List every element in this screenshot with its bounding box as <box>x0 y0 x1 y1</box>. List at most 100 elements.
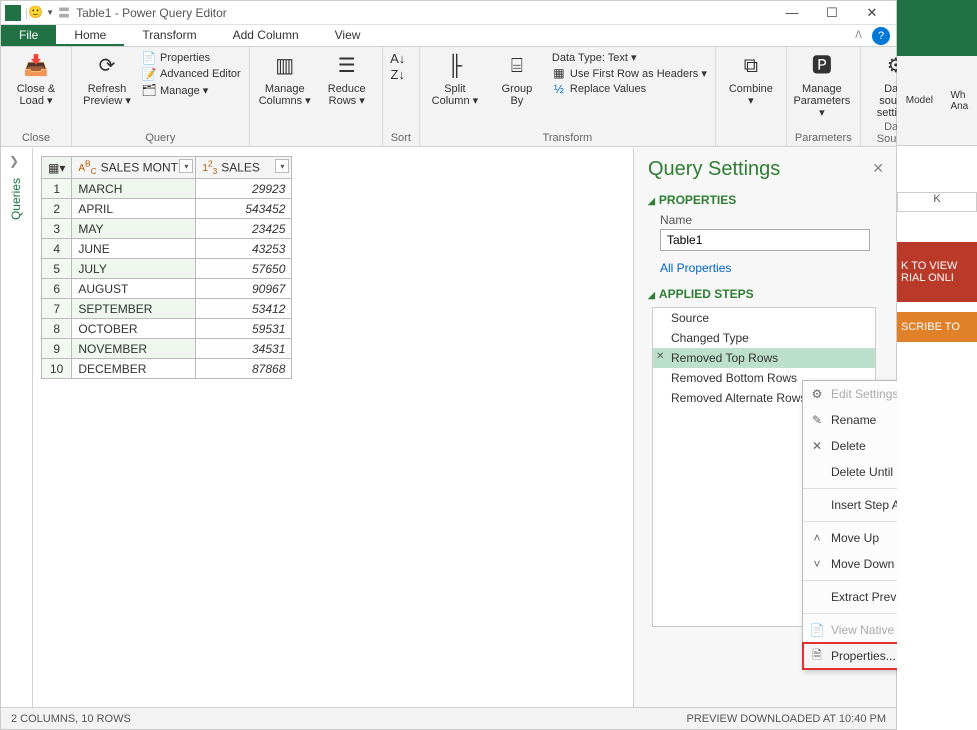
replace-icon: ½ <box>552 82 566 96</box>
reduce-rows-button[interactable]: ☰Reduce Rows ▾ <box>320 51 374 107</box>
table-row[interactable]: 1MARCH29923 <box>42 179 292 199</box>
delete-icon: ✕ <box>809 439 825 453</box>
refresh-preview-button[interactable]: ⟳ Refresh Preview ▾ <box>80 51 134 107</box>
row-number[interactable]: 8 <box>42 319 72 339</box>
data-type-button[interactable]: Data Type: Text ▾ <box>552 51 707 64</box>
table-row[interactable]: 9NOVEMBER34531 <box>42 339 292 359</box>
chevron-down-icon: ˅ <box>809 557 825 571</box>
first-row-headers-button[interactable]: ▦Use First Row as Headers ▾ <box>552 66 707 80</box>
cell-sales[interactable]: 59531 <box>196 319 292 339</box>
manage-button[interactable]: 🗂Manage ▾ <box>142 83 241 97</box>
row-number[interactable]: 7 <box>42 299 72 319</box>
cell-month[interactable]: DECEMBER <box>72 359 196 379</box>
tab-view[interactable]: View <box>317 25 379 46</box>
cell-month[interactable]: NOVEMBER <box>72 339 196 359</box>
combine-icon: ⧉ <box>736 51 766 81</box>
advanced-editor-button[interactable]: 📝Advanced Editor <box>142 67 241 81</box>
applied-step[interactable]: Removed Top Rows <box>653 348 875 368</box>
row-number[interactable]: 4 <box>42 239 72 259</box>
properties-button[interactable]: 📄Properties <box>142 51 241 65</box>
column-header-sales[interactable]: 123SALES▾ <box>196 157 292 179</box>
row-number[interactable]: 2 <box>42 199 72 219</box>
cell-month[interactable]: JUNE <box>72 239 196 259</box>
table-row[interactable]: 4JUNE43253 <box>42 239 292 259</box>
cell-month[interactable]: APRIL <box>72 199 196 219</box>
manage-columns-button[interactable]: ▥Manage Columns ▾ <box>258 51 312 107</box>
cell-sales[interactable]: 87868 <box>196 359 292 379</box>
close-and-load-button[interactable]: 📥 Close & Load ▾ <box>9 51 63 107</box>
cell-sales[interactable]: 90967 <box>196 279 292 299</box>
collapse-ribbon-icon[interactable]: ᐱ <box>855 30 862 46</box>
refresh-preview-label: Refresh Preview ▾ <box>83 83 131 107</box>
group-by-label: Group By <box>502 83 533 107</box>
table-row[interactable]: 8OCTOBER59531 <box>42 319 292 339</box>
cell-month[interactable]: MAY <box>72 219 196 239</box>
tab-home[interactable]: Home <box>56 25 124 46</box>
sort-desc-button[interactable]: Z↓ <box>391 67 405 81</box>
sort-asc-button[interactable]: A↓ <box>391 51 405 65</box>
split-column-button[interactable]: ╟Split Column ▾ <box>428 51 482 107</box>
titlebar: | 🙂 ▼ 〓 Table1 - Power Query Editor ― ☐ … <box>1 1 896 25</box>
table-row[interactable]: 6AUGUST90967 <box>42 279 292 299</box>
help-icon[interactable]: ? <box>872 27 890 45</box>
table-row[interactable]: 5JULY57650 <box>42 259 292 279</box>
cell-sales[interactable]: 29923 <box>196 179 292 199</box>
applied-steps-header[interactable]: ◢APPLIED STEPS <box>648 287 882 301</box>
cell-month[interactable]: JULY <box>72 259 196 279</box>
maximize-button[interactable]: ☐ <box>812 1 852 25</box>
expand-queries-icon[interactable]: ❯ <box>9 154 19 168</box>
cell-sales[interactable]: 23425 <box>196 219 292 239</box>
column-filter-month-icon[interactable]: ▾ <box>179 159 193 173</box>
script-icon: 📄 <box>809 623 825 637</box>
ctx-move-down-label: Move Down <box>831 557 894 571</box>
sort-asc-icon: A↓ <box>391 51 405 65</box>
close-panel-button[interactable]: ✕ <box>872 160 884 177</box>
group-transform-label: Transform <box>428 130 707 144</box>
column-header-month[interactable]: ABCSALES MONTH▾ <box>72 157 196 179</box>
queries-pane-collapsed[interactable]: ❯ Queries <box>1 148 33 707</box>
applied-step[interactable]: Source <box>653 308 875 328</box>
column-filter-sales-icon[interactable]: ▾ <box>275 159 289 173</box>
sort-desc-icon: Z↓ <box>391 67 405 81</box>
cell-sales[interactable]: 43253 <box>196 239 292 259</box>
cell-month[interactable]: MARCH <box>72 179 196 199</box>
table-row[interactable]: 3MAY23425 <box>42 219 292 239</box>
group-by-button[interactable]: ⌸Group By <box>490 51 544 107</box>
cell-month[interactable]: OCTOBER <box>72 319 196 339</box>
table-corner[interactable]: ▦▾ <box>42 157 72 179</box>
close-and-load-label: Close & Load ▾ <box>17 83 56 107</box>
all-properties-link[interactable]: All Properties <box>660 261 882 275</box>
qat-dropdown-icon[interactable]: ▼ <box>46 8 54 17</box>
smiley-icon[interactable]: 🙂 <box>28 5 44 21</box>
row-number[interactable]: 6 <box>42 279 72 299</box>
row-number[interactable]: 1 <box>42 179 72 199</box>
cell-sales[interactable]: 53412 <box>196 299 292 319</box>
cell-sales[interactable]: 57650 <box>196 259 292 279</box>
cell-sales[interactable]: 543452 <box>196 199 292 219</box>
row-number[interactable]: 10 <box>42 359 72 379</box>
group-combine-label <box>724 130 778 144</box>
cell-month[interactable]: SEPTEMBER <box>72 299 196 319</box>
reduce-rows-icon: ☰ <box>332 51 362 81</box>
cell-month[interactable]: AUGUST <box>72 279 196 299</box>
properties-section-header[interactable]: ◢PROPERTIES <box>648 193 882 207</box>
query-name-input[interactable] <box>660 229 870 251</box>
applied-step[interactable]: Changed Type <box>653 328 875 348</box>
minimize-button[interactable]: ― <box>772 1 812 25</box>
row-number[interactable]: 9 <box>42 339 72 359</box>
tab-add-column[interactable]: Add Column <box>215 25 317 46</box>
close-button[interactable]: ✕ <box>852 1 892 25</box>
table-row[interactable]: 10DECEMBER87868 <box>42 359 292 379</box>
cell-sales[interactable]: 34531 <box>196 339 292 359</box>
tab-file[interactable]: File <box>1 25 56 46</box>
bg-whatif-label: Wh Ana <box>950 90 968 112</box>
table-row[interactable]: 2APRIL543452 <box>42 199 292 219</box>
manage-parameters-button[interactable]: 🅿Manage Parameters ▾ <box>795 51 849 119</box>
table-row[interactable]: 7SEPTEMBER53412 <box>42 299 292 319</box>
row-number[interactable]: 5 <box>42 259 72 279</box>
tab-transform[interactable]: Transform <box>124 25 214 46</box>
combine-button[interactable]: ⧉Combine ▾ <box>724 51 778 107</box>
background-excel-window: ModelWh Ana K K TO VIEW RIAL ONLI SCRIBE… <box>897 0 977 730</box>
replace-values-button[interactable]: ½Replace Values <box>552 82 707 96</box>
row-number[interactable]: 3 <box>42 219 72 239</box>
